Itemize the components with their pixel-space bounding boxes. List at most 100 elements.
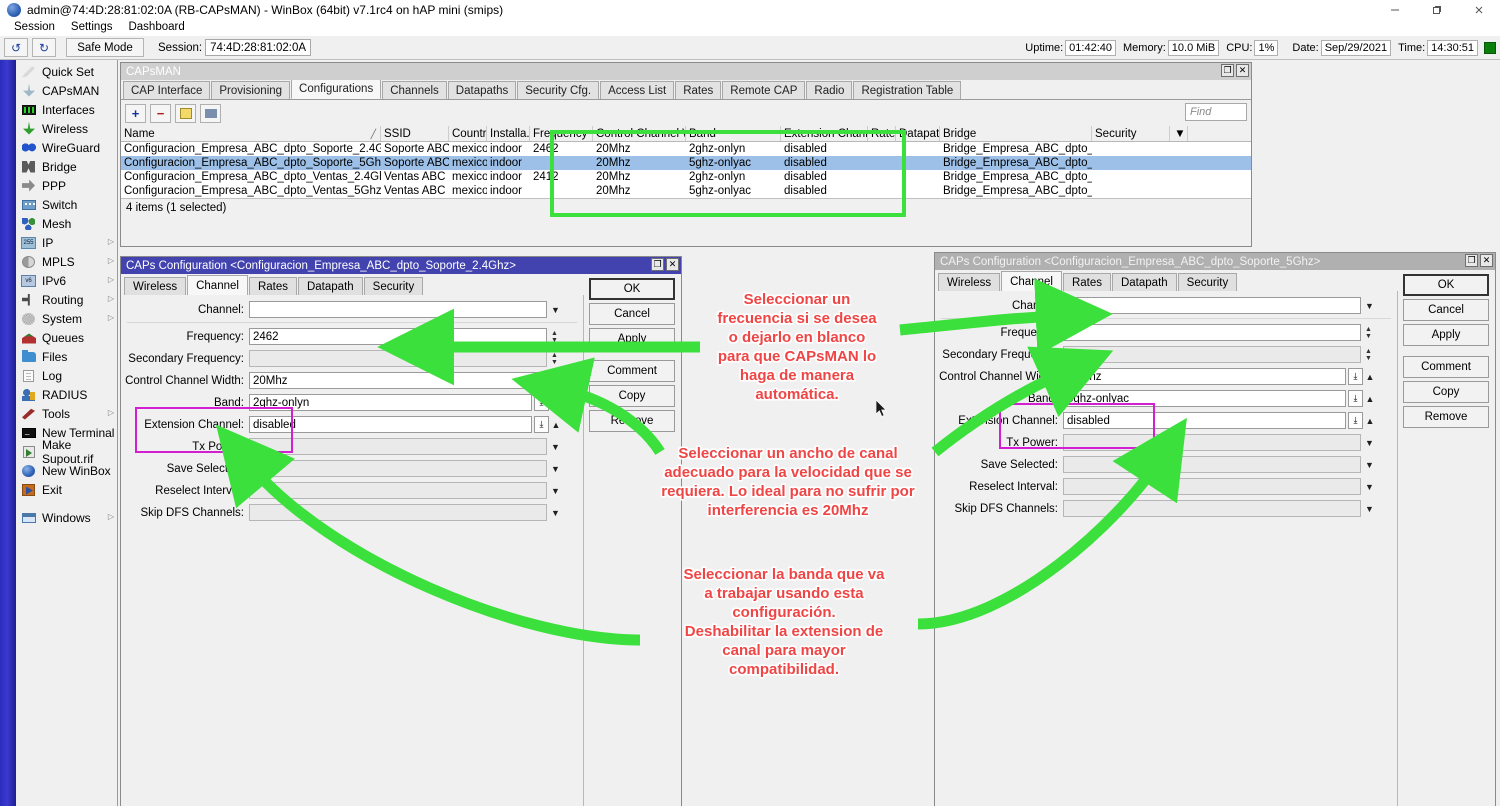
sidebar-item-new-winbox[interactable]: New WinBox	[16, 461, 117, 480]
input-control-channel-width[interactable]: 20Mhz	[1063, 368, 1346, 385]
ok-button[interactable]: OK	[589, 278, 675, 300]
menu-dashboard[interactable]: Dashboard	[120, 19, 192, 36]
sidebar-item-mpls[interactable]: MPLS▷	[16, 252, 117, 271]
close-icon[interactable]	[1458, 0, 1500, 19]
tab-datapath[interactable]: Datapath	[1112, 273, 1177, 291]
menu-session[interactable]: Session	[6, 19, 63, 36]
input-save-selected[interactable]	[1063, 456, 1361, 473]
copy-button[interactable]: Copy	[1403, 381, 1489, 403]
input-band[interactable]: 2ghz-onlyn	[249, 394, 532, 411]
undo-icon[interactable]: ↺	[4, 38, 28, 57]
input-skip-dfs-channels[interactable]	[1063, 500, 1361, 517]
sidebar-item-system[interactable]: System▷	[16, 309, 117, 328]
tab-rates[interactable]: Rates	[675, 81, 721, 99]
capsman-close-icon[interactable]: ✕	[1236, 64, 1249, 77]
tab-channel[interactable]: Channel	[1001, 271, 1062, 291]
chevron-down-icon[interactable]: ▼	[549, 439, 562, 454]
input-frequency[interactable]: 2462	[249, 328, 547, 345]
input-reselect-interval[interactable]	[249, 482, 547, 499]
sidebar-item-queues[interactable]: Queues	[16, 328, 117, 347]
spinner-icon[interactable]: ▲▼	[549, 330, 560, 344]
sidebar-item-ppp[interactable]: PPP	[16, 176, 117, 195]
tab-channels[interactable]: Channels	[382, 81, 447, 99]
chevron-down-icon[interactable]: ▼	[549, 373, 562, 388]
column-header-frequency[interactable]: Frequency	[530, 126, 593, 141]
input-band[interactable]: 5ghz-onlyac	[1063, 390, 1346, 407]
chevron-up-icon[interactable]: ▲	[1363, 413, 1377, 428]
remove-button[interactable]: Remove	[1403, 406, 1489, 428]
cancel-button[interactable]: Cancel	[589, 303, 675, 325]
chevron-down-icon[interactable]: ▼	[1363, 298, 1376, 313]
input-tx-power[interactable]	[1063, 434, 1361, 451]
column-chooser-icon[interactable]: ▼	[1170, 126, 1188, 141]
input-extension-channel[interactable]: disabled	[1063, 412, 1346, 429]
input-reselect-interval[interactable]	[1063, 478, 1361, 495]
column-header-name[interactable]: Name╱	[121, 126, 381, 141]
input-frequency[interactable]	[1063, 324, 1361, 341]
copy-button[interactable]: Copy	[589, 385, 675, 407]
tab-rates[interactable]: Rates	[1063, 273, 1111, 291]
sidebar-item-log[interactable]: Log	[16, 366, 117, 385]
redo-icon[interactable]: ↻	[32, 38, 56, 57]
sidebar-item-radius[interactable]: RADIUS	[16, 385, 117, 404]
comment-button[interactable]: Comment	[589, 360, 675, 382]
find-input[interactable]: Find	[1185, 103, 1247, 121]
spinner-icon[interactable]: ▲▼	[549, 352, 560, 366]
input-channel[interactable]	[249, 301, 547, 318]
sidebar-item-make-supout-rif[interactable]: Make Supout.rif	[16, 442, 117, 461]
tab-security[interactable]: Security	[1178, 273, 1238, 291]
column-header-country[interactable]: Country	[449, 126, 487, 141]
cancel-button[interactable]: Cancel	[1403, 299, 1489, 321]
input-skip-dfs-channels[interactable]	[249, 504, 547, 521]
table-row[interactable]: Configuracion_Empresa_ABC_dpto_Ventas_2.…	[121, 170, 1251, 184]
input-save-selected[interactable]	[249, 460, 547, 477]
sidebar-item-mesh[interactable]: Mesh	[16, 214, 117, 233]
dialog-left-close-icon[interactable]: ✕	[666, 258, 679, 271]
sidebar-item-exit[interactable]: Exit	[16, 480, 117, 499]
chevron-up-icon[interactable]: ▲	[549, 417, 563, 432]
sidebar-item-tools[interactable]: Tools▷	[16, 404, 117, 423]
tab-configurations[interactable]: Configurations	[291, 79, 381, 99]
menu-settings[interactable]: Settings	[63, 19, 121, 36]
capsman-restore-icon[interactable]: ❐	[1221, 64, 1234, 77]
safe-mode-button[interactable]: Safe Mode	[66, 38, 144, 57]
chevron-down-icon[interactable]: ▼	[1363, 479, 1376, 494]
ok-button[interactable]: OK	[1403, 274, 1489, 296]
column-header-installation[interactable]: Installa...	[487, 126, 530, 141]
tab-provisioning[interactable]: Provisioning	[211, 81, 290, 99]
tab-wireless[interactable]: Wireless	[124, 277, 186, 295]
tab-security[interactable]: Security	[364, 277, 424, 295]
tab-access-list[interactable]: Access List	[600, 81, 674, 99]
filter-button[interactable]	[200, 104, 221, 123]
chevron-down-icon[interactable]: ▼	[549, 483, 562, 498]
session-value[interactable]: 74:4D:28:81:02:0A	[205, 39, 311, 56]
spinner-icon[interactable]: ▲▼	[1363, 326, 1374, 340]
chevron-up-icon[interactable]: ▲	[1363, 391, 1377, 406]
copy-button[interactable]	[175, 104, 196, 123]
column-header-extension-channel[interactable]: Extension Channel	[781, 126, 868, 141]
tab-cap-interface[interactable]: CAP Interface	[123, 81, 210, 99]
apply-button[interactable]: Apply	[1403, 324, 1489, 346]
input-secondary-frequency[interactable]	[1063, 346, 1361, 363]
dropdown-toggle-icon[interactable]: ⤓	[1348, 368, 1363, 385]
sidebar-item-routing[interactable]: Routing▷	[16, 290, 117, 309]
table-row[interactable]: Configuracion_Empresa_ABC_dpto_Soporte_2…	[121, 142, 1251, 156]
chevron-down-icon[interactable]: ▼	[549, 505, 562, 520]
column-header-band[interactable]: Band	[686, 126, 781, 141]
table-row[interactable]: Configuracion_Empresa_ABC_dpto_Ventas_5G…	[121, 184, 1251, 198]
chevron-down-icon[interactable]: ▼	[1363, 435, 1376, 450]
sidebar-item-bridge[interactable]: Bridge	[16, 157, 117, 176]
column-header-security[interactable]: Security	[1092, 126, 1170, 141]
chevron-down-icon[interactable]: ▼	[1363, 501, 1376, 516]
sidebar-item-interfaces[interactable]: Interfaces	[16, 100, 117, 119]
dropdown-toggle-icon[interactable]: ⤓	[534, 394, 549, 411]
chevron-down-icon[interactable]: ▼	[549, 461, 562, 476]
sidebar-item-windows[interactable]: Windows▷	[16, 508, 117, 527]
chevron-down-icon[interactable]: ▼	[549, 302, 562, 317]
sidebar-item-ip[interactable]: 255IP▷	[16, 233, 117, 252]
input-extension-channel[interactable]: disabled	[249, 416, 532, 433]
chevron-up-icon[interactable]: ▲	[549, 395, 563, 410]
tab-wireless[interactable]: Wireless	[938, 273, 1000, 291]
sidebar-item-capsman[interactable]: CAPsMAN	[16, 81, 117, 100]
tab-rates[interactable]: Rates	[249, 277, 297, 295]
